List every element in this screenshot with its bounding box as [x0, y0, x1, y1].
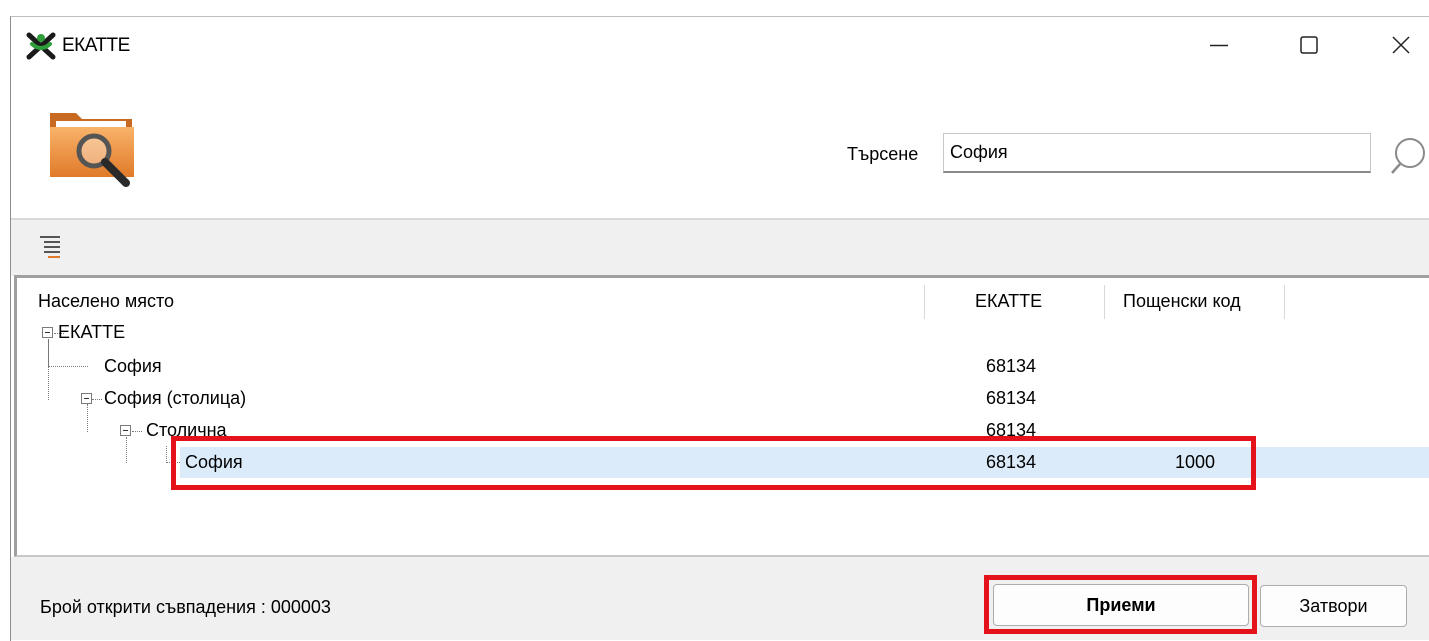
- close-window-button[interactable]: [1378, 27, 1424, 63]
- search-input[interactable]: [943, 133, 1371, 173]
- tree-item-label[interactable]: Столична: [146, 420, 227, 441]
- ekatte-cell: 68134: [986, 388, 1037, 408]
- tree-line: [92, 399, 102, 400]
- close-button[interactable]: Затвори: [1260, 585, 1407, 627]
- maximize-icon: [1300, 36, 1318, 54]
- collapse-expander-icon[interactable]: [81, 393, 92, 404]
- search-icon[interactable]: [1389, 135, 1427, 175]
- tree-line: [166, 462, 180, 463]
- tree-line: [126, 437, 127, 463]
- column-header-place[interactable]: Населено място: [38, 291, 174, 312]
- tree-line: [166, 446, 167, 463]
- collapse-all-icon[interactable]: [38, 234, 62, 260]
- toolbar: [11, 218, 1429, 276]
- minimize-icon: [1210, 44, 1228, 47]
- close-icon: [1392, 36, 1410, 54]
- search-label: Търсене: [847, 144, 919, 164]
- match-count-text: Брой открити съвпадения : 000003: [40, 597, 331, 617]
- ekatte-logo-icon: [26, 32, 56, 60]
- ekatte-cell: 68134: [986, 420, 1037, 440]
- accept-button[interactable]: Приеми: [993, 584, 1249, 626]
- collapse-expander-icon[interactable]: [42, 327, 53, 338]
- tree-item-label[interactable]: София (столица): [104, 388, 246, 409]
- column-header-ekatte[interactable]: ЕКАТТЕ: [975, 291, 1042, 312]
- column-separator[interactable]: [1284, 285, 1285, 319]
- column-separator[interactable]: [924, 285, 925, 319]
- folder-search-icon: [50, 113, 134, 187]
- selected-tree-row[interactable]: [180, 447, 1429, 478]
- tree-line: [87, 404, 88, 432]
- tree-item-label[interactable]: София: [104, 356, 162, 377]
- window-title: ЕКАТТЕ: [62, 35, 130, 56]
- ekatte-cell: 68134: [986, 452, 1037, 472]
- column-header-postal-code[interactable]: Пощенски код: [1123, 291, 1241, 312]
- collapse-expander-icon[interactable]: [120, 425, 131, 436]
- tree-line: [48, 339, 49, 400]
- maximize-button[interactable]: [1286, 27, 1332, 63]
- tree-line: [48, 366, 88, 367]
- tree-item-label[interactable]: ЕКАТТЕ: [58, 322, 125, 343]
- tree-line: [132, 431, 142, 432]
- postal-code-cell: 1000: [1175, 452, 1216, 472]
- tree-view[interactable]: [14, 275, 1429, 557]
- tree-item-label[interactable]: София: [185, 452, 243, 473]
- ekatte-cell: 68134: [986, 356, 1037, 376]
- column-separator[interactable]: [1104, 285, 1105, 319]
- minimize-button[interactable]: [1196, 27, 1242, 63]
